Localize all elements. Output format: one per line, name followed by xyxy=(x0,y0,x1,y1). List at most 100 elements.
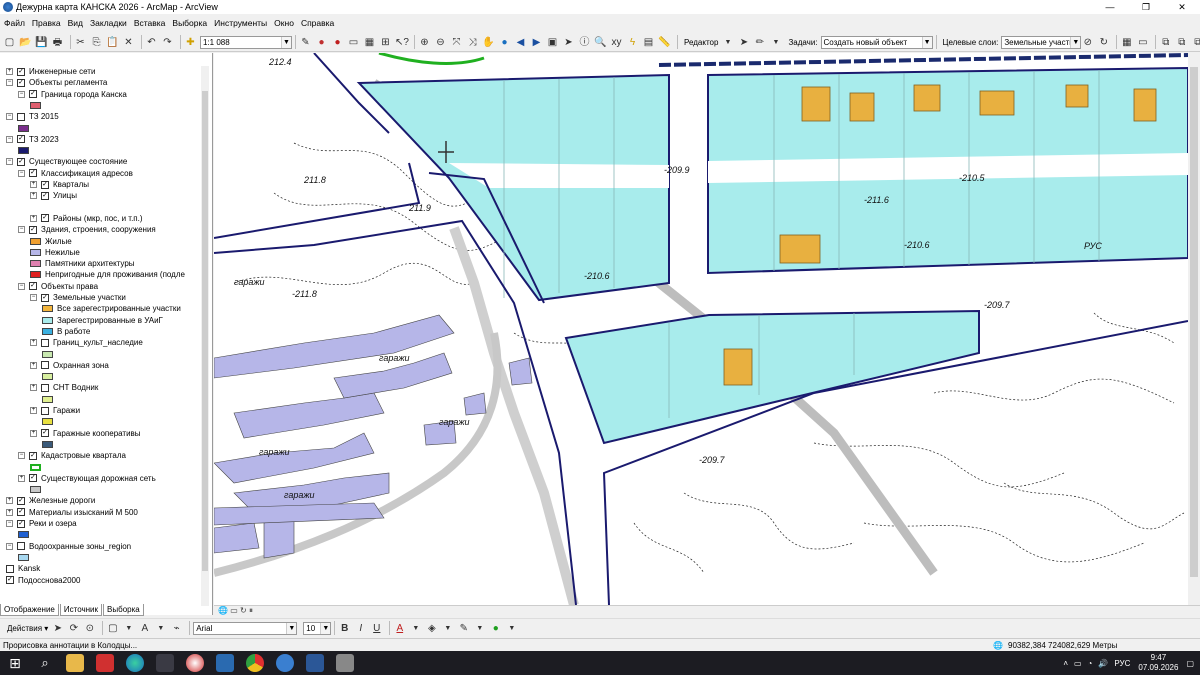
legend-swatch[interactable] xyxy=(30,486,41,494)
toc-row[interactable]: + ✓ Железные дороги xyxy=(6,495,95,506)
toc-row[interactable]: Жилые xyxy=(30,236,72,247)
refresh-icon[interactable]: ↻ xyxy=(240,606,247,615)
network-icon[interactable]: ▭ xyxy=(1074,659,1082,668)
layer-visibility-checkbox[interactable]: ✓ xyxy=(17,67,25,76)
collapse-icon[interactable]: − xyxy=(6,79,13,87)
layer-visibility-checkbox[interactable]: ✓ xyxy=(29,474,37,483)
toc-row[interactable]: Непригодные для проживания (подле xyxy=(30,269,185,280)
actions-menu[interactable]: Действия ▾ xyxy=(7,624,48,633)
chevron-up-icon[interactable]: ˄ xyxy=(1063,659,1068,668)
layer-visibility-checkbox[interactable]: ✓ xyxy=(41,293,49,302)
expand-icon[interactable]: + xyxy=(30,339,37,347)
tab-selection[interactable]: Выборка xyxy=(103,604,144,616)
fill-color-icon[interactable]: ◈ xyxy=(425,622,438,635)
sketch-pencil-icon[interactable]: ✏ xyxy=(753,36,766,49)
toc-row[interactable]: + ✓ Материалы изысканий М 500 xyxy=(6,507,138,518)
menu-insert[interactable]: Вставка xyxy=(134,18,166,28)
chevron-down-icon[interactable]: ▼ xyxy=(721,36,734,49)
collapse-icon[interactable]: − xyxy=(30,294,37,301)
tab-source[interactable]: Источник xyxy=(59,604,103,616)
rectangle-icon[interactable]: ▢ xyxy=(106,622,119,635)
model-builder-icon[interactable]: ⊞ xyxy=(379,36,392,49)
toc-row[interactable]: Нежилые xyxy=(30,247,80,258)
delete-icon[interactable]: ✕ xyxy=(122,36,135,49)
goto-xy-icon[interactable]: xy xyxy=(610,36,623,49)
arctoolbox-icon[interactable]: ● xyxy=(315,36,328,49)
expand-icon[interactable]: + xyxy=(6,508,13,516)
toc-row[interactable]: − ✓ Объекты права xyxy=(18,281,98,292)
menu-view[interactable]: Вид xyxy=(68,18,83,28)
layer-visibility-checkbox[interactable]: ✓ xyxy=(41,180,49,189)
scale-combo[interactable]: 1:1 088 ▼ xyxy=(200,35,292,49)
toc-row[interactable]: Памятники архитектуры xyxy=(30,258,135,269)
toc-row[interactable]: − ✓ Существующее состояние xyxy=(6,156,127,167)
image-viewer-icon[interactable] xyxy=(336,654,354,672)
legend-swatch[interactable] xyxy=(30,463,41,471)
select-elements-icon[interactable]: ➤ xyxy=(562,36,575,49)
expand-icon[interactable]: + xyxy=(6,68,13,75)
toc-row[interactable]: В работе xyxy=(42,326,90,337)
map-vertical-scrollbar[interactable] xyxy=(1188,53,1200,605)
chevron-down-icon[interactable]: ▼ xyxy=(122,622,135,635)
add-data-icon[interactable]: ✚ xyxy=(184,36,197,49)
toc-row[interactable]: − ✓ Объекты регламента xyxy=(6,77,107,88)
layer-visibility-checkbox[interactable]: ✓ xyxy=(17,508,25,517)
html-popup-icon[interactable]: ▤ xyxy=(642,36,655,49)
collapse-icon[interactable]: − xyxy=(6,542,13,550)
menu-help[interactable]: Справка xyxy=(301,18,334,28)
legend-swatch[interactable] xyxy=(30,248,41,256)
forward-icon[interactable]: ▶ xyxy=(530,36,543,49)
toc-row[interactable]: + Гаражи xyxy=(30,405,80,416)
toc-scrollbar[interactable] xyxy=(201,66,209,606)
toc-row[interactable]: + ✓ Районы (мкр, пос, и т.п.) xyxy=(30,213,143,224)
copy-icon[interactable]: ⎘ xyxy=(90,36,103,49)
layer-visibility-checkbox[interactable] xyxy=(41,338,49,347)
toc-row[interactable] xyxy=(18,552,33,563)
layer-visibility-checkbox[interactable] xyxy=(17,112,25,121)
toc-row[interactable]: + Границ_культ_наследие xyxy=(30,337,143,348)
wifi-icon[interactable]: ◔ xyxy=(1088,659,1093,668)
collapse-icon[interactable]: − xyxy=(6,135,13,143)
clock[interactable]: 9:47 07.09.2026 xyxy=(1138,653,1178,673)
toc-row[interactable]: − ✓ Кадастровые квартала xyxy=(18,450,126,461)
menu-bookmarks[interactable]: Закладки xyxy=(90,18,127,28)
layer-visibility-checkbox[interactable]: ✓ xyxy=(17,496,25,505)
legend-swatch[interactable] xyxy=(42,395,53,403)
chevron-down-icon[interactable]: ▼ xyxy=(409,622,422,635)
legend-swatch[interactable] xyxy=(30,101,41,109)
full-extent-icon[interactable]: ● xyxy=(498,36,511,49)
font-combo[interactable]: Arial ▼ xyxy=(193,621,298,635)
toc-row[interactable] xyxy=(30,462,45,473)
toc-row[interactable] xyxy=(42,394,57,405)
windows-start-icon[interactable]: ⊞ xyxy=(6,654,24,672)
language-indicator[interactable]: РУС xyxy=(1114,659,1130,668)
legend-swatch[interactable] xyxy=(18,147,29,155)
layer-visibility-checkbox[interactable] xyxy=(6,564,14,573)
menu-selection[interactable]: Выборка xyxy=(172,18,207,28)
legend-swatch[interactable] xyxy=(18,553,29,561)
font-size-combo[interactable]: 10 ▼ xyxy=(303,621,332,635)
toc-row[interactable]: + ✓ Улицы xyxy=(30,190,77,201)
chevron-down-icon[interactable]: ▼ xyxy=(154,622,167,635)
expand-icon[interactable]: + xyxy=(30,384,37,392)
toc-row[interactable] xyxy=(42,349,57,360)
target-combo[interactable]: Земельные участки ▼ xyxy=(1001,35,1082,49)
print-icon[interactable]: 🖶 xyxy=(51,36,64,49)
expand-icon[interactable]: + xyxy=(30,407,37,414)
layer-visibility-checkbox[interactable]: ✓ xyxy=(17,519,25,528)
minimize-button[interactable]: — xyxy=(1092,0,1128,14)
legend-swatch[interactable] xyxy=(42,440,53,448)
layer-visibility-checkbox[interactable] xyxy=(41,406,49,415)
chrome-icon[interactable] xyxy=(246,654,264,672)
menu-file[interactable]: Файл xyxy=(4,18,25,28)
collapse-icon[interactable]: − xyxy=(6,158,13,166)
toc-row[interactable]: + ✓ Кварталы xyxy=(30,179,89,190)
search-window-icon[interactable]: ▭ xyxy=(347,36,360,49)
expand-icon[interactable]: + xyxy=(30,214,37,222)
open-icon[interactable]: 📂 xyxy=(19,36,32,49)
toc-row[interactable]: + СНТ Водник xyxy=(30,382,98,393)
toc-row[interactable]: Зарегестрированные в УАиГ xyxy=(42,315,163,326)
layer-visibility-checkbox[interactable]: ✓ xyxy=(29,282,37,291)
toc-row[interactable]: Kansk xyxy=(6,563,40,574)
layer-visibility-checkbox[interactable]: ✓ xyxy=(29,225,37,234)
